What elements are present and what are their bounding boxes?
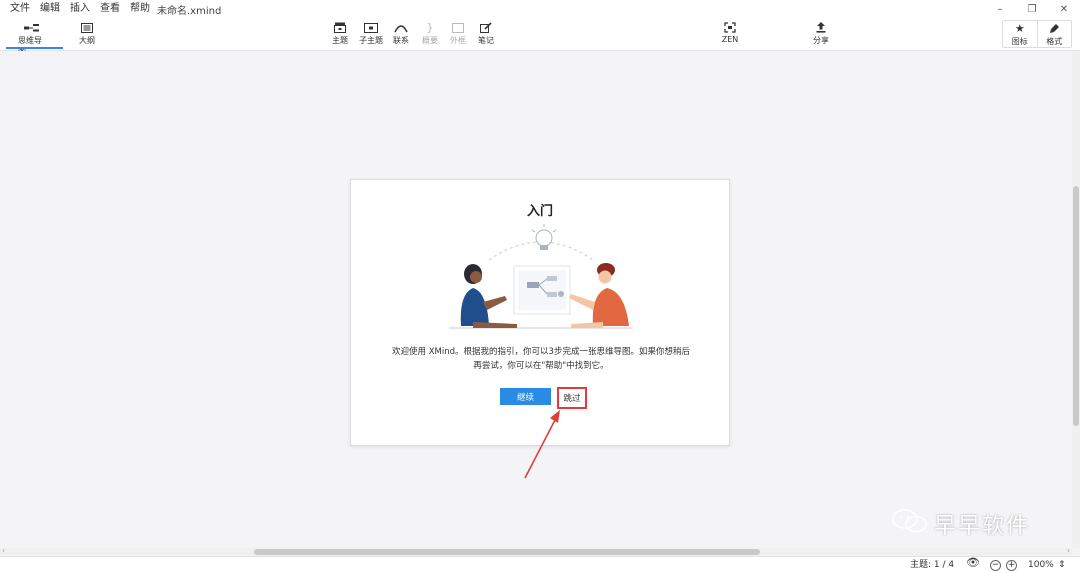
status-bar: 主题: 1 / 4 👁 − + 100% ⇕ — [0, 556, 1080, 573]
scroll-left-icon[interactable]: ‹ — [2, 546, 5, 555]
format-panel-button[interactable]: 格式 — [1036, 21, 1072, 47]
subtopic-icon — [364, 20, 378, 35]
menu-file[interactable]: 文件 — [0, 0, 35, 18]
menu-insert[interactable]: 插入 — [65, 0, 95, 18]
eye-icon[interactable]: 👁 — [966, 557, 980, 569]
zen-button[interactable]: ZEN — [718, 20, 742, 44]
watermark: 早早软件 — [892, 508, 1030, 540]
zoom-stepper-icon[interactable]: ⇕ — [1058, 559, 1066, 571]
plus-icon: + — [1006, 560, 1017, 571]
tab-outline[interactable]: 大纲 — [75, 20, 99, 46]
zoom-level[interactable]: 100% — [1028, 559, 1054, 571]
tab-outline-label: 大纲 — [79, 36, 95, 45]
menu-view[interactable]: 查看 — [95, 0, 125, 18]
zoom-out-button[interactable]: − — [990, 559, 1001, 571]
horizontal-scrollbar[interactable]: ‹ › — [0, 546, 1072, 556]
mindmap-icon — [24, 20, 40, 35]
note-icon — [480, 20, 492, 35]
subtopic-button[interactable]: 子主题 — [358, 20, 384, 46]
minus-icon: − — [990, 560, 1001, 571]
document-title: 未命名.xmind — [157, 5, 222, 17]
share-button[interactable]: 分享 — [810, 20, 832, 46]
summary-button[interactable]: } 概要 — [420, 20, 440, 46]
panel-toggle-group: ★ 图标 格式 — [1002, 20, 1072, 48]
lightbulb-icon — [531, 224, 557, 250]
skip-button[interactable]: 跳过 — [557, 387, 587, 409]
vertical-scroll-thumb[interactable] — [1073, 186, 1079, 426]
format-panel-label: 格式 — [1046, 37, 1063, 46]
boundary-label: 外框 — [450, 36, 466, 45]
relationship-icon — [394, 20, 408, 35]
toolbar: 思维导图 大纲 主题 子主题 联系 } 概要 外框 — [0, 18, 1080, 56]
dialog-title: 入门 — [526, 204, 553, 219]
icons-panel-button[interactable]: ★ 图标 — [1003, 21, 1037, 47]
relationship-label: 联系 — [393, 36, 409, 45]
dialog-body: 欢迎使用 XMind。根据我的指引，你可以3步完成一张思维导图。如果你想稍后 再… — [371, 345, 711, 373]
minimize-button[interactable]: – — [984, 0, 1016, 18]
topic-icon — [334, 20, 346, 35]
note-button[interactable]: 笔记 — [476, 20, 496, 46]
man-figure — [569, 263, 629, 328]
wechat-icon — [892, 508, 928, 540]
topic-button[interactable]: 主题 — [330, 20, 350, 46]
dialog-body-line-2: 再尝试，你可以在"帮助"中找到它。 — [473, 361, 609, 371]
menu-bar: 文件 编辑 插入 查看 帮助 未命名.xmind — [0, 0, 1080, 18]
topic-count: 主题: 1 / 4 — [910, 560, 955, 570]
share-icon — [816, 20, 826, 35]
woman-figure — [460, 264, 517, 328]
star-icon: ★ — [1014, 22, 1025, 35]
menu-edit[interactable]: 编辑 — [35, 0, 65, 18]
boundary-icon — [452, 20, 464, 35]
dialog-body-line-1: 欢迎使用 XMind。根据我的指引，你可以3步完成一张思维导图。如果你想稍后 — [392, 347, 690, 357]
vertical-scrollbar[interactable] — [1072, 51, 1080, 548]
getting-started-dialog: 入门 欢迎使用 XMind。根据我的指引，你可以3步完成一张思维导图。如果你想稍… — [350, 179, 730, 446]
topic-label: 主题 — [332, 36, 348, 45]
active-tab-indicator — [6, 47, 63, 49]
share-label: 分享 — [813, 36, 829, 45]
welcome-illustration — [449, 224, 633, 329]
scroll-right-icon[interactable]: › — [1067, 546, 1070, 555]
window-controls: – ❐ ✕ — [984, 0, 1080, 18]
boundary-button[interactable]: 外框 — [448, 20, 468, 46]
outline-icon — [81, 20, 93, 35]
menu-help[interactable]: 帮助 — [125, 0, 155, 18]
icons-panel-label: 图标 — [1011, 37, 1028, 46]
restore-button[interactable]: ❐ — [1016, 0, 1048, 18]
subtopic-label: 子主题 — [359, 36, 383, 45]
summary-icon: } — [426, 21, 434, 34]
zen-label: ZEN — [721, 35, 739, 44]
continue-button[interactable]: 继续 — [500, 388, 551, 405]
zen-icon — [724, 20, 736, 35]
horizontal-scroll-thumb[interactable] — [254, 549, 760, 555]
zoom-in-button[interactable]: + — [1006, 559, 1017, 571]
summary-label: 概要 — [422, 36, 438, 45]
watermark-text: 早早软件 — [934, 514, 1031, 539]
note-label: 笔记 — [478, 36, 494, 45]
brush-icon — [1049, 21, 1060, 36]
close-button[interactable]: ✕ — [1048, 0, 1080, 18]
relationship-button[interactable]: 联系 — [391, 20, 411, 46]
